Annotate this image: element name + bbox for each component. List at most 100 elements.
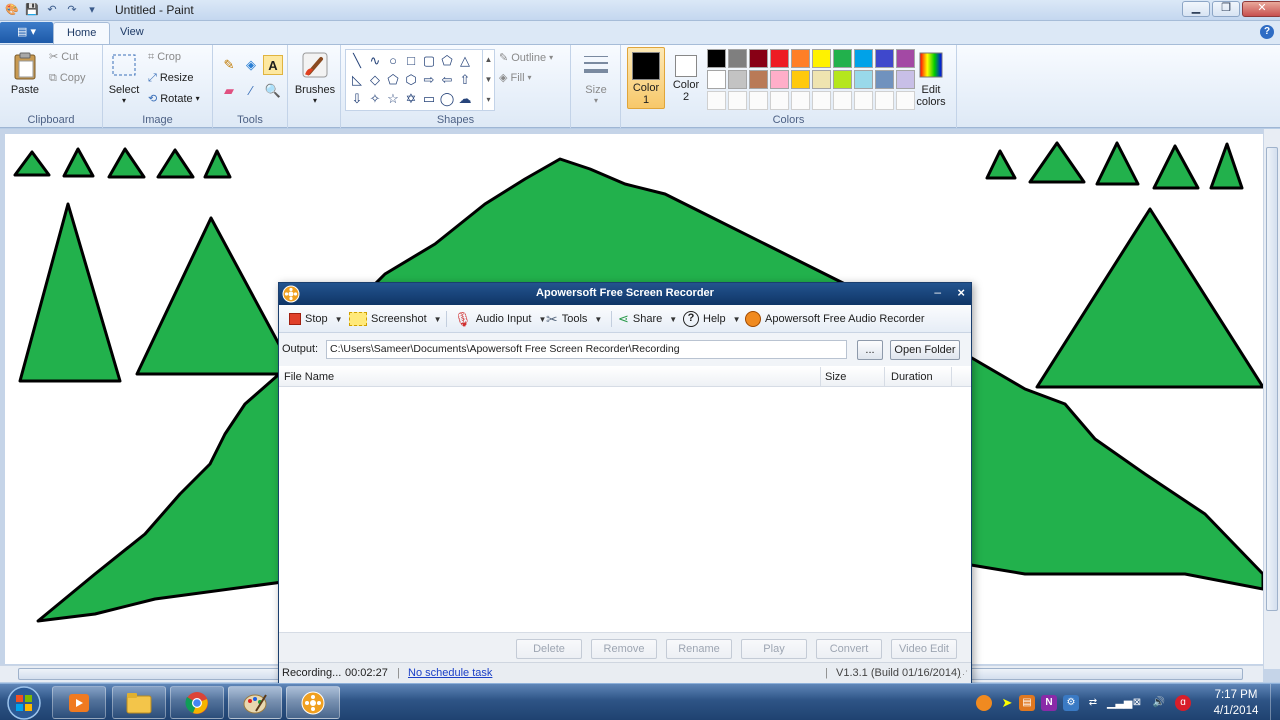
custom-color-slot[interactable] xyxy=(770,91,789,110)
help-button[interactable]: ? Help ▼ xyxy=(683,310,741,328)
recorder-minimize-button[interactable]: – xyxy=(934,285,941,299)
convert-button[interactable]: Convert xyxy=(816,639,882,659)
help-icon[interactable]: ? xyxy=(1260,25,1274,39)
tab-home[interactable]: Home xyxy=(53,22,111,44)
copy-button[interactable]: ⧉ Copy xyxy=(49,69,86,87)
tray-volume-icon[interactable]: 🔊 xyxy=(1151,695,1167,711)
taskbar-chrome-icon[interactable] xyxy=(170,686,224,719)
vertical-scroll-thumb[interactable] xyxy=(1266,147,1278,611)
remove-button[interactable]: Remove xyxy=(591,639,657,659)
rectangle-shape-icon[interactable]: □ xyxy=(402,52,420,70)
six-point-star-shape-icon[interactable]: ✡ xyxy=(402,90,420,108)
custom-color-slot[interactable] xyxy=(749,91,768,110)
palette-color-swatch[interactable] xyxy=(749,70,768,89)
stop-button[interactable]: Stop ▼ xyxy=(289,310,343,328)
close-button[interactable]: ✕ xyxy=(1242,1,1280,17)
resize-grip-icon[interactable]: ⋰ xyxy=(959,669,968,680)
right-triangle-shape-icon[interactable]: ◺ xyxy=(348,71,366,89)
tray-settings-icon[interactable]: ⚙ xyxy=(1063,695,1079,711)
screenshot-dropdown-icon[interactable]: ▼ xyxy=(434,315,442,324)
palette-color-swatch[interactable] xyxy=(791,70,810,89)
paste-button[interactable]: Paste xyxy=(8,51,42,96)
audio-input-button[interactable]: 🎙 Audio Input ▼ xyxy=(454,310,546,328)
curve-shape-icon[interactable]: ∿ xyxy=(366,52,384,70)
column-duration[interactable]: Duration xyxy=(891,371,933,383)
four-point-star-shape-icon[interactable]: ✧ xyxy=(366,90,384,108)
fill-bucket-icon[interactable]: ◈ xyxy=(241,55,261,75)
color2-button[interactable]: Color 2 xyxy=(669,47,703,109)
resize-button[interactable]: ⤢ Resize xyxy=(148,69,193,87)
palette-color-swatch[interactable] xyxy=(728,70,747,89)
oval-callout-shape-icon[interactable]: ◯ xyxy=(438,90,456,108)
palette-color-swatch[interactable] xyxy=(791,49,810,68)
custom-color-slot[interactable] xyxy=(833,91,852,110)
screenshot-button[interactable]: Screenshot ▼ xyxy=(349,310,442,328)
fill-button[interactable]: ◈ Fill ▾ xyxy=(499,69,532,87)
tray-app-icon[interactable]: ▤ xyxy=(1019,695,1035,711)
left-arrow-shape-icon[interactable]: ⇦ xyxy=(438,71,456,89)
size-button[interactable]: Size ▾ xyxy=(577,51,615,105)
file-list[interactable] xyxy=(279,388,971,632)
palette-color-swatch[interactable] xyxy=(749,49,768,68)
share-button[interactable]: ⋖ Share ▼ xyxy=(618,310,677,328)
open-folder-button[interactable]: Open Folder xyxy=(890,340,960,360)
shapes-scroll[interactable]: ▲ ▼ ▾ xyxy=(482,50,494,110)
crop-button[interactable]: ⌗ Crop xyxy=(148,48,181,66)
taskbar-paint-icon[interactable] xyxy=(228,686,282,719)
palette-color-swatch[interactable] xyxy=(875,70,894,89)
color-picker-icon[interactable]: ⁄ xyxy=(241,81,261,101)
edit-colors-button[interactable]: Edit colors xyxy=(911,51,951,108)
redo-icon[interactable]: ↷ xyxy=(64,2,80,18)
palette-color-swatch[interactable] xyxy=(875,49,894,68)
cut-button[interactable]: ✂ Cut xyxy=(49,48,78,66)
custom-color-slot[interactable] xyxy=(707,91,726,110)
magnifier-icon[interactable]: 🔍 xyxy=(263,81,283,101)
custom-color-slot[interactable] xyxy=(854,91,873,110)
tools-button[interactable]: ✂ Tools ▼ xyxy=(546,310,602,328)
output-path-field[interactable]: C:\Users\Sameer\Documents\Apowersoft Fre… xyxy=(326,340,847,359)
undo-icon[interactable]: ↶ xyxy=(44,2,60,18)
taskbar-recorder-icon[interactable] xyxy=(286,686,340,719)
outline-button[interactable]: ✎ Outline ▾ xyxy=(499,49,553,67)
audio-recorder-button[interactable]: Apowersoft Free Audio Recorder xyxy=(745,310,925,328)
brushes-button[interactable]: Brushes ▾ xyxy=(292,51,338,105)
tray-signal-icon[interactable]: ▁▃▅ xyxy=(1107,695,1132,711)
column-size[interactable]: Size xyxy=(825,371,846,383)
tray-recorder-icon[interactable] xyxy=(976,695,992,711)
cloud-callout-shape-icon[interactable]: ☁ xyxy=(456,90,474,108)
palette-color-swatch[interactable] xyxy=(833,49,852,68)
tab-view[interactable]: View xyxy=(107,22,157,44)
taskbar-media-player-icon[interactable] xyxy=(52,686,106,719)
rotate-button[interactable]: ⟲ Rotate ▾ xyxy=(148,90,200,108)
start-button[interactable] xyxy=(4,685,44,720)
oval-shape-icon[interactable]: ○ xyxy=(384,52,402,70)
custom-color-slot[interactable] xyxy=(791,91,810,110)
pencil-icon[interactable]: ✎ xyxy=(219,55,239,75)
custom-color-slot[interactable] xyxy=(812,91,831,110)
triangle-shape-icon[interactable]: △ xyxy=(456,52,474,70)
save-icon[interactable]: 💾 xyxy=(24,2,40,18)
diamond-shape-icon[interactable]: ◇ xyxy=(366,71,384,89)
delete-button[interactable]: Delete xyxy=(516,639,582,659)
polygon-shape-icon[interactable]: ⬠ xyxy=(438,52,456,70)
down-arrow-shape-icon[interactable]: ⇩ xyxy=(348,90,366,108)
share-dropdown-icon[interactable]: ▼ xyxy=(669,315,677,324)
tools-dropdown-icon[interactable]: ▼ xyxy=(594,315,602,324)
palette-color-swatch[interactable] xyxy=(854,49,873,68)
tray-sync-icon[interactable]: ⇄ xyxy=(1085,695,1101,711)
hexagon-shape-icon[interactable]: ⬡ xyxy=(402,71,420,89)
custom-color-slot[interactable] xyxy=(875,91,894,110)
rectangle-callout-shape-icon[interactable]: ▭ xyxy=(420,90,438,108)
tray-antivirus-icon[interactable]: ɑ xyxy=(1175,695,1191,711)
palette-color-swatch[interactable] xyxy=(707,49,726,68)
palette-color-swatch[interactable] xyxy=(812,70,831,89)
stop-dropdown-icon[interactable]: ▼ xyxy=(335,315,343,324)
taskbar-explorer-icon[interactable] xyxy=(112,686,166,719)
palette-color-swatch[interactable] xyxy=(833,70,852,89)
palette-color-swatch[interactable] xyxy=(812,49,831,68)
column-file-name[interactable]: File Name xyxy=(284,371,334,383)
palette-color-swatch[interactable] xyxy=(770,70,789,89)
palette-color-swatch[interactable] xyxy=(728,49,747,68)
minimize-button[interactable]: ▁ xyxy=(1182,1,1210,17)
maximize-button[interactable]: ❐ xyxy=(1212,1,1240,17)
